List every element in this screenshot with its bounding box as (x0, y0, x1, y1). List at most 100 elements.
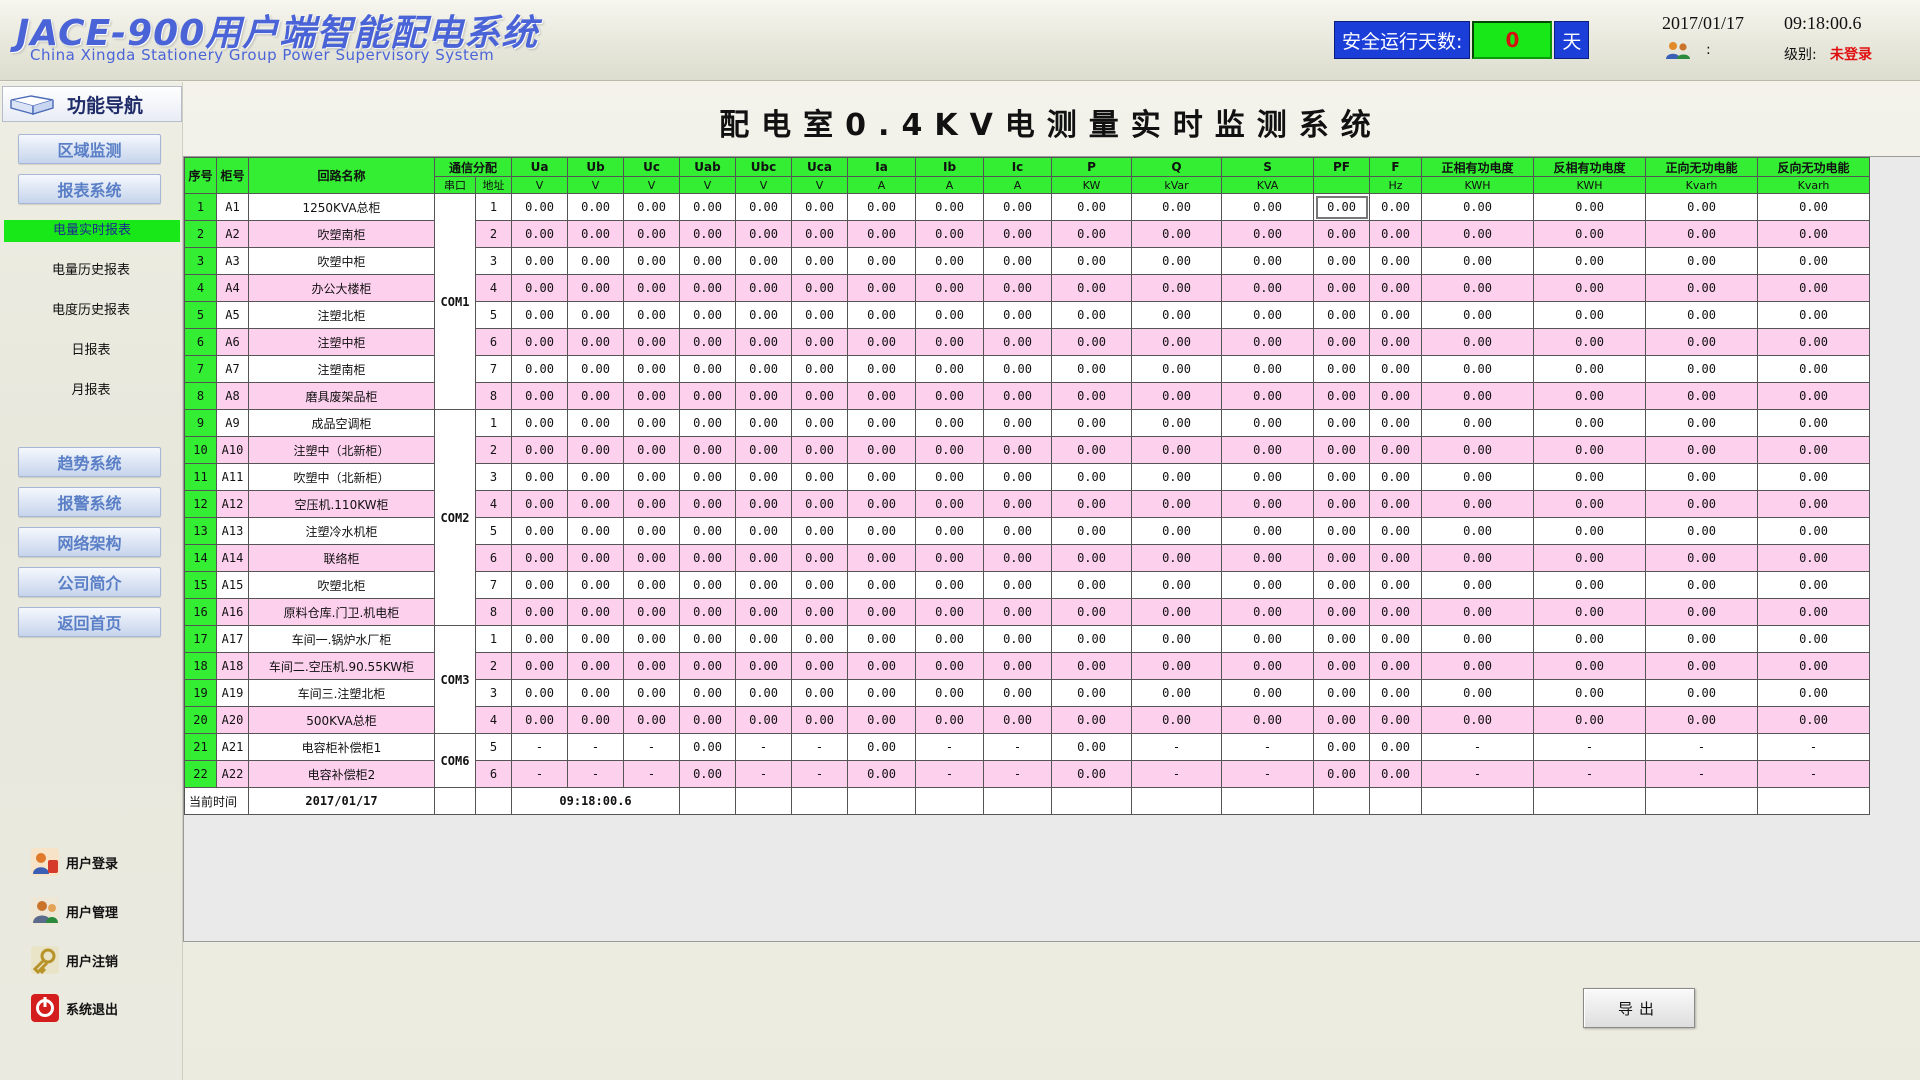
nav-button[interactable]: 网络架构 (18, 527, 161, 557)
nav-button[interactable]: 报表系统 (18, 174, 161, 204)
value-cell: 0.00 (1757, 301, 1871, 329)
value-cell: 0.00 (1421, 652, 1535, 680)
value-cell: 0.00 (915, 679, 985, 707)
value-cell: 0.00 (1421, 517, 1535, 545)
value-cell: 0.00 (983, 706, 1053, 734)
action-label: 系统退出 (66, 1002, 119, 1018)
value-cell: 0.00 (1369, 733, 1423, 761)
report-subitem[interactable]: 电量历史报表 (0, 260, 182, 282)
value-cell: 0.00 (1221, 706, 1315, 734)
value-cell: 0.00 (1645, 517, 1759, 545)
nav-button[interactable]: 趋势系统 (18, 447, 161, 477)
report-subitem[interactable]: 日报表 (0, 340, 182, 362)
value-cell: 0.00 (623, 679, 681, 707)
value-cell: 0.00 (1645, 301, 1759, 329)
value-cell: 0.00 (915, 220, 985, 248)
report-subitem[interactable]: 电度历史报表 (0, 300, 182, 322)
value-cell: 0.00 (847, 490, 917, 518)
footer-empty-cell (1221, 787, 1315, 815)
table-row[interactable]: 1 A1 1250KVA总柜 COM1 1 0.00 0.00 0.00 0.00 0.00 0.0… (184, 193, 1871, 410)
report-subitem-active[interactable]: 电量实时报表 (4, 220, 180, 242)
value-cell: 0.00 (791, 436, 849, 464)
value-cell: 0.00 (735, 247, 793, 275)
value-cell: 0.00 (567, 247, 625, 275)
footer-empty-cell (1757, 787, 1871, 815)
value-cell: 0.00 (623, 706, 681, 734)
value-cell: 0.00 (791, 598, 849, 626)
cabinet-cell: A3 (216, 247, 249, 275)
value-cell: 0.00 (1645, 274, 1759, 302)
col-header-measure: S (1221, 157, 1315, 177)
action-user-manage[interactable]: 用户管理 (30, 895, 118, 927)
footer-empty-cell (1645, 787, 1759, 815)
row-index: 9 (184, 409, 217, 437)
value-cell: 0.00 (1421, 463, 1535, 491)
table-row[interactable]: 21 A21 电容柜补偿柜1 COM6 5- - -0.00- -0.00- -0.00- -0.… (184, 733, 1871, 788)
address-cell: 1 (474, 625, 513, 653)
value-cell: 0.00 (1051, 760, 1133, 788)
value-cell: 0.00 (511, 625, 569, 653)
value-cell: 0.00 (1421, 274, 1535, 302)
action-system-exit[interactable]: 系统退出 (30, 992, 118, 1024)
value-cell: 0.00 (1131, 274, 1223, 302)
value-cell: 0.00 (567, 706, 625, 734)
table-row[interactable]: 17 A17 车间一.锅炉水厂柜 COM3 1 0.00 0.00 0.00 0.00 0.00 0… (184, 625, 1871, 734)
value-cell: 0.00 (1645, 220, 1759, 248)
circuit-name-cell: 电容补偿柜2 (248, 760, 435, 788)
value-cell: 0.00 (1051, 382, 1133, 410)
nav-button[interactable]: 公司简介 (18, 567, 161, 597)
value-cell: 0.00 (567, 409, 625, 437)
value-cell: 0.00 (915, 598, 985, 626)
export-button[interactable]: 导出 (1583, 988, 1695, 1028)
action-user-login[interactable]: 用户登录 (30, 846, 118, 878)
value-cell: 0.00 (791, 517, 849, 545)
col-header-unit: V (735, 176, 793, 194)
value-cell: 0.00 (1645, 193, 1759, 221)
action-user-logout[interactable]: 用户注销 (30, 944, 118, 976)
user-logout-icon (31, 946, 59, 975)
footer-empty-cell (847, 787, 917, 815)
cabinet-cell: A11 (216, 463, 249, 491)
value-cell: 0.00 (1421, 355, 1535, 383)
value-cell: 0.00 (1131, 706, 1223, 734)
nav-button[interactable]: 区域监测 (18, 134, 161, 164)
value-cell: 0.00 (983, 355, 1053, 383)
value-cell: 0.00 (791, 220, 849, 248)
col-header-measure: Q (1131, 157, 1223, 177)
table-row[interactable]: 9 A9 成品空调柜 COM2 1 0.00 0.00 0.00 0.00 0.00 0.00 0.0… (184, 409, 1871, 626)
app-window: JACE-900用户端智能配电系统 China Xingda Stationer… (0, 0, 1920, 1080)
value-cell: 0.00 (1313, 706, 1371, 734)
report-subitem[interactable]: 月报表 (0, 380, 182, 402)
value-cell: - (1533, 760, 1647, 788)
nav-button[interactable]: 报警系统 (18, 487, 161, 517)
col-header-unit: Kvarh (1645, 176, 1759, 194)
value-cell: 0.00 (511, 436, 569, 464)
current-date-value: 2017/01/17 (248, 787, 435, 815)
value-cell: 0.00 (1131, 625, 1223, 653)
cabinet-cell: A8 (216, 382, 249, 410)
value-cell: 0.00 (847, 355, 917, 383)
value-cell: 0.00 (679, 760, 737, 788)
col-header-circuit: 回路名称 (248, 157, 435, 194)
nav-button[interactable]: 返回首页 (18, 607, 161, 637)
cabinet-cell: A16 (216, 598, 249, 626)
value-cell: 0.00 (1421, 328, 1535, 356)
value-cell: 0.00 (679, 598, 737, 626)
value-cell: 0.00 (1421, 625, 1535, 653)
circuit-name-cell: 注塑中（北新柜） (248, 436, 435, 464)
row-index: 22 (184, 760, 217, 788)
value-cell: 0.00 (679, 274, 737, 302)
col-header-measure: Ub (567, 157, 625, 177)
value-cell: 0.00 (1757, 463, 1871, 491)
value-cell: 0.00 (623, 274, 681, 302)
value-cell: 0.00 (1221, 463, 1315, 491)
value-cell: 0.00 (1313, 193, 1371, 221)
col-header-unit: KVA (1221, 176, 1315, 194)
value-cell: 0.00 (791, 571, 849, 599)
value-cell: 0.00 (567, 382, 625, 410)
action-label: 用户注销 (66, 954, 119, 970)
value-cell: 0.00 (511, 355, 569, 383)
footer-empty-addr (474, 787, 513, 815)
circuit-name-cell: 吹塑中柜 (248, 247, 435, 275)
value-cell: 0.00 (511, 328, 569, 356)
